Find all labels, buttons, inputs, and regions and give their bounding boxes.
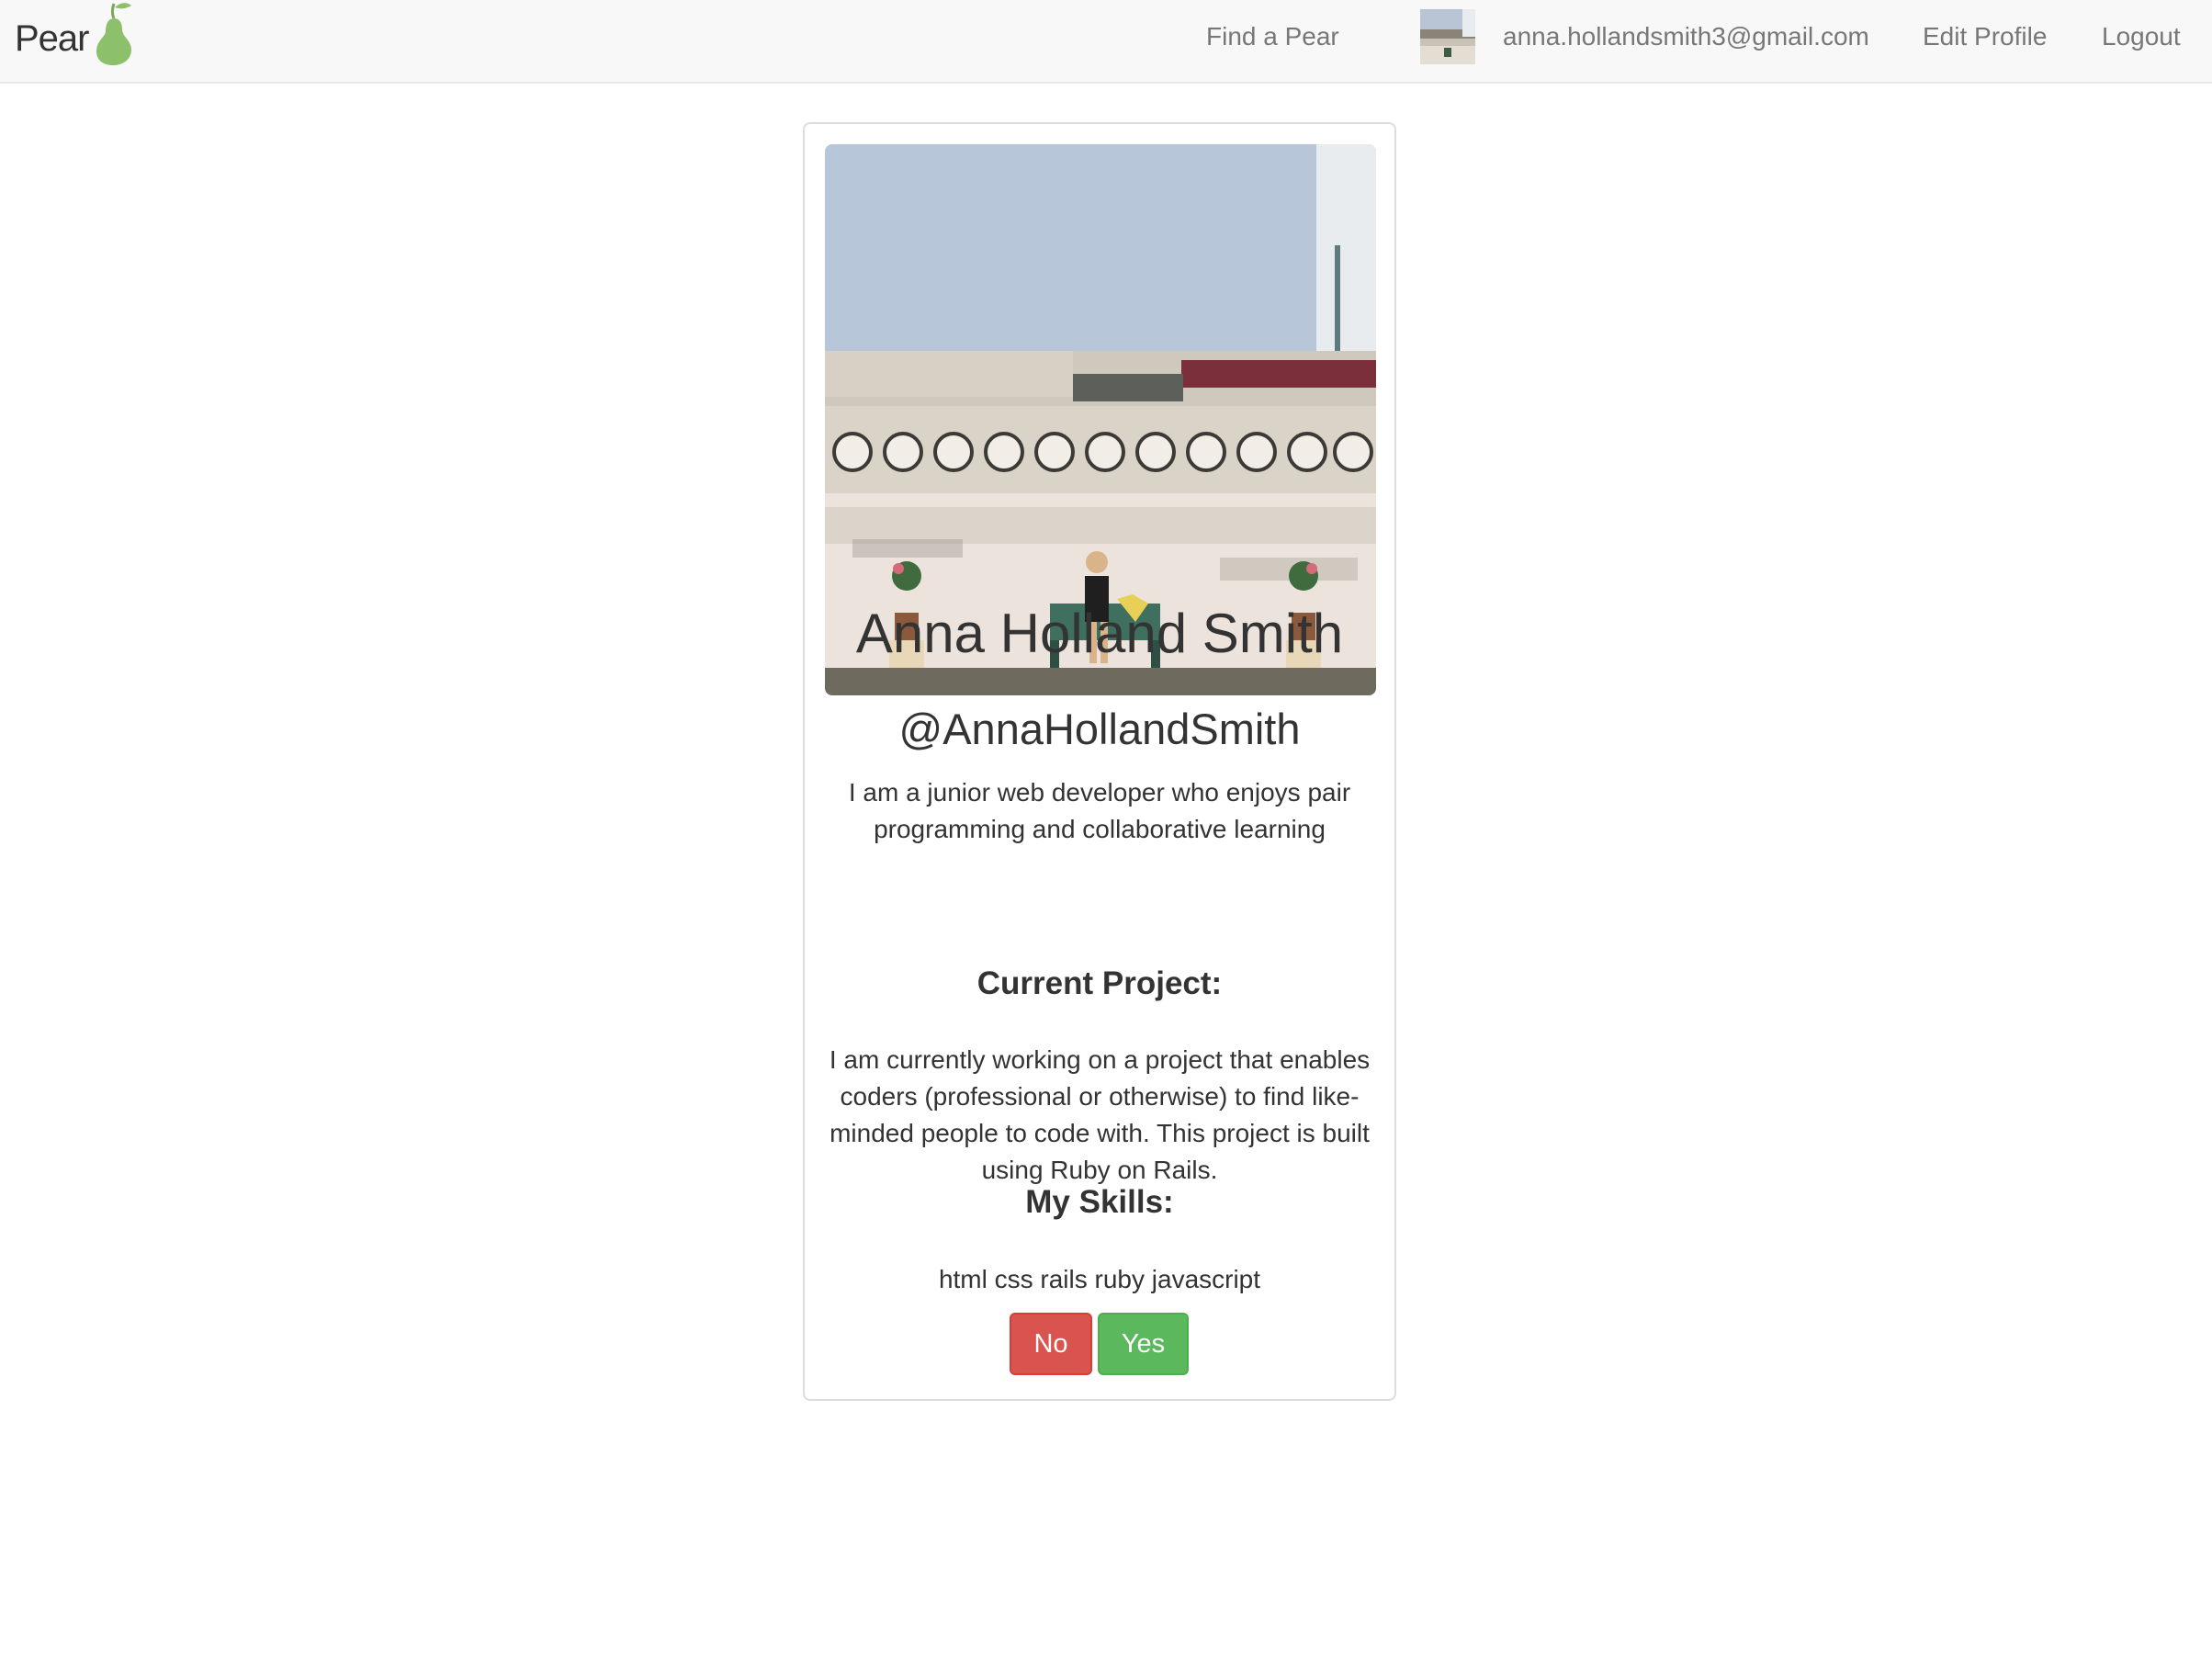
profile-bio: I am a junior web developer who enjoys p… [848, 778, 1351, 843]
brand-name: Pear [15, 18, 89, 59]
current-project-text: I am currently working on a project that… [829, 1045, 1371, 1184]
brand-logo[interactable]: Pear [15, 0, 134, 82]
pear-icon [96, 3, 131, 65]
skills-heading: My Skills: [1025, 1184, 1174, 1220]
profile-username: @AnnaHollandSmith [898, 705, 1301, 753]
no-button[interactable]: No [1010, 1313, 1092, 1375]
yes-button[interactable]: Yes [1098, 1313, 1189, 1375]
nav-find-a-pear[interactable]: Find a Pear [1206, 0, 1339, 82]
skills-list: html css rails ruby javascript [938, 1265, 1261, 1293]
nav-edit-profile[interactable]: Edit Profile [1923, 0, 2047, 82]
nav-user-email[interactable]: anna.hollandsmith3@gmail.com [1503, 0, 1869, 82]
navbar: Pear Find a Pear anna.hollandsmith3@gmai… [0, 0, 2212, 84]
user-avatar-icon[interactable] [1420, 9, 1475, 64]
avatar-thumbnail [1420, 9, 1475, 64]
current-project-heading: Current Project: [976, 965, 1223, 1001]
profile-full-name: Anna Holland Smith [855, 603, 1344, 664]
nav-logout[interactable]: Logout [2102, 0, 2181, 82]
